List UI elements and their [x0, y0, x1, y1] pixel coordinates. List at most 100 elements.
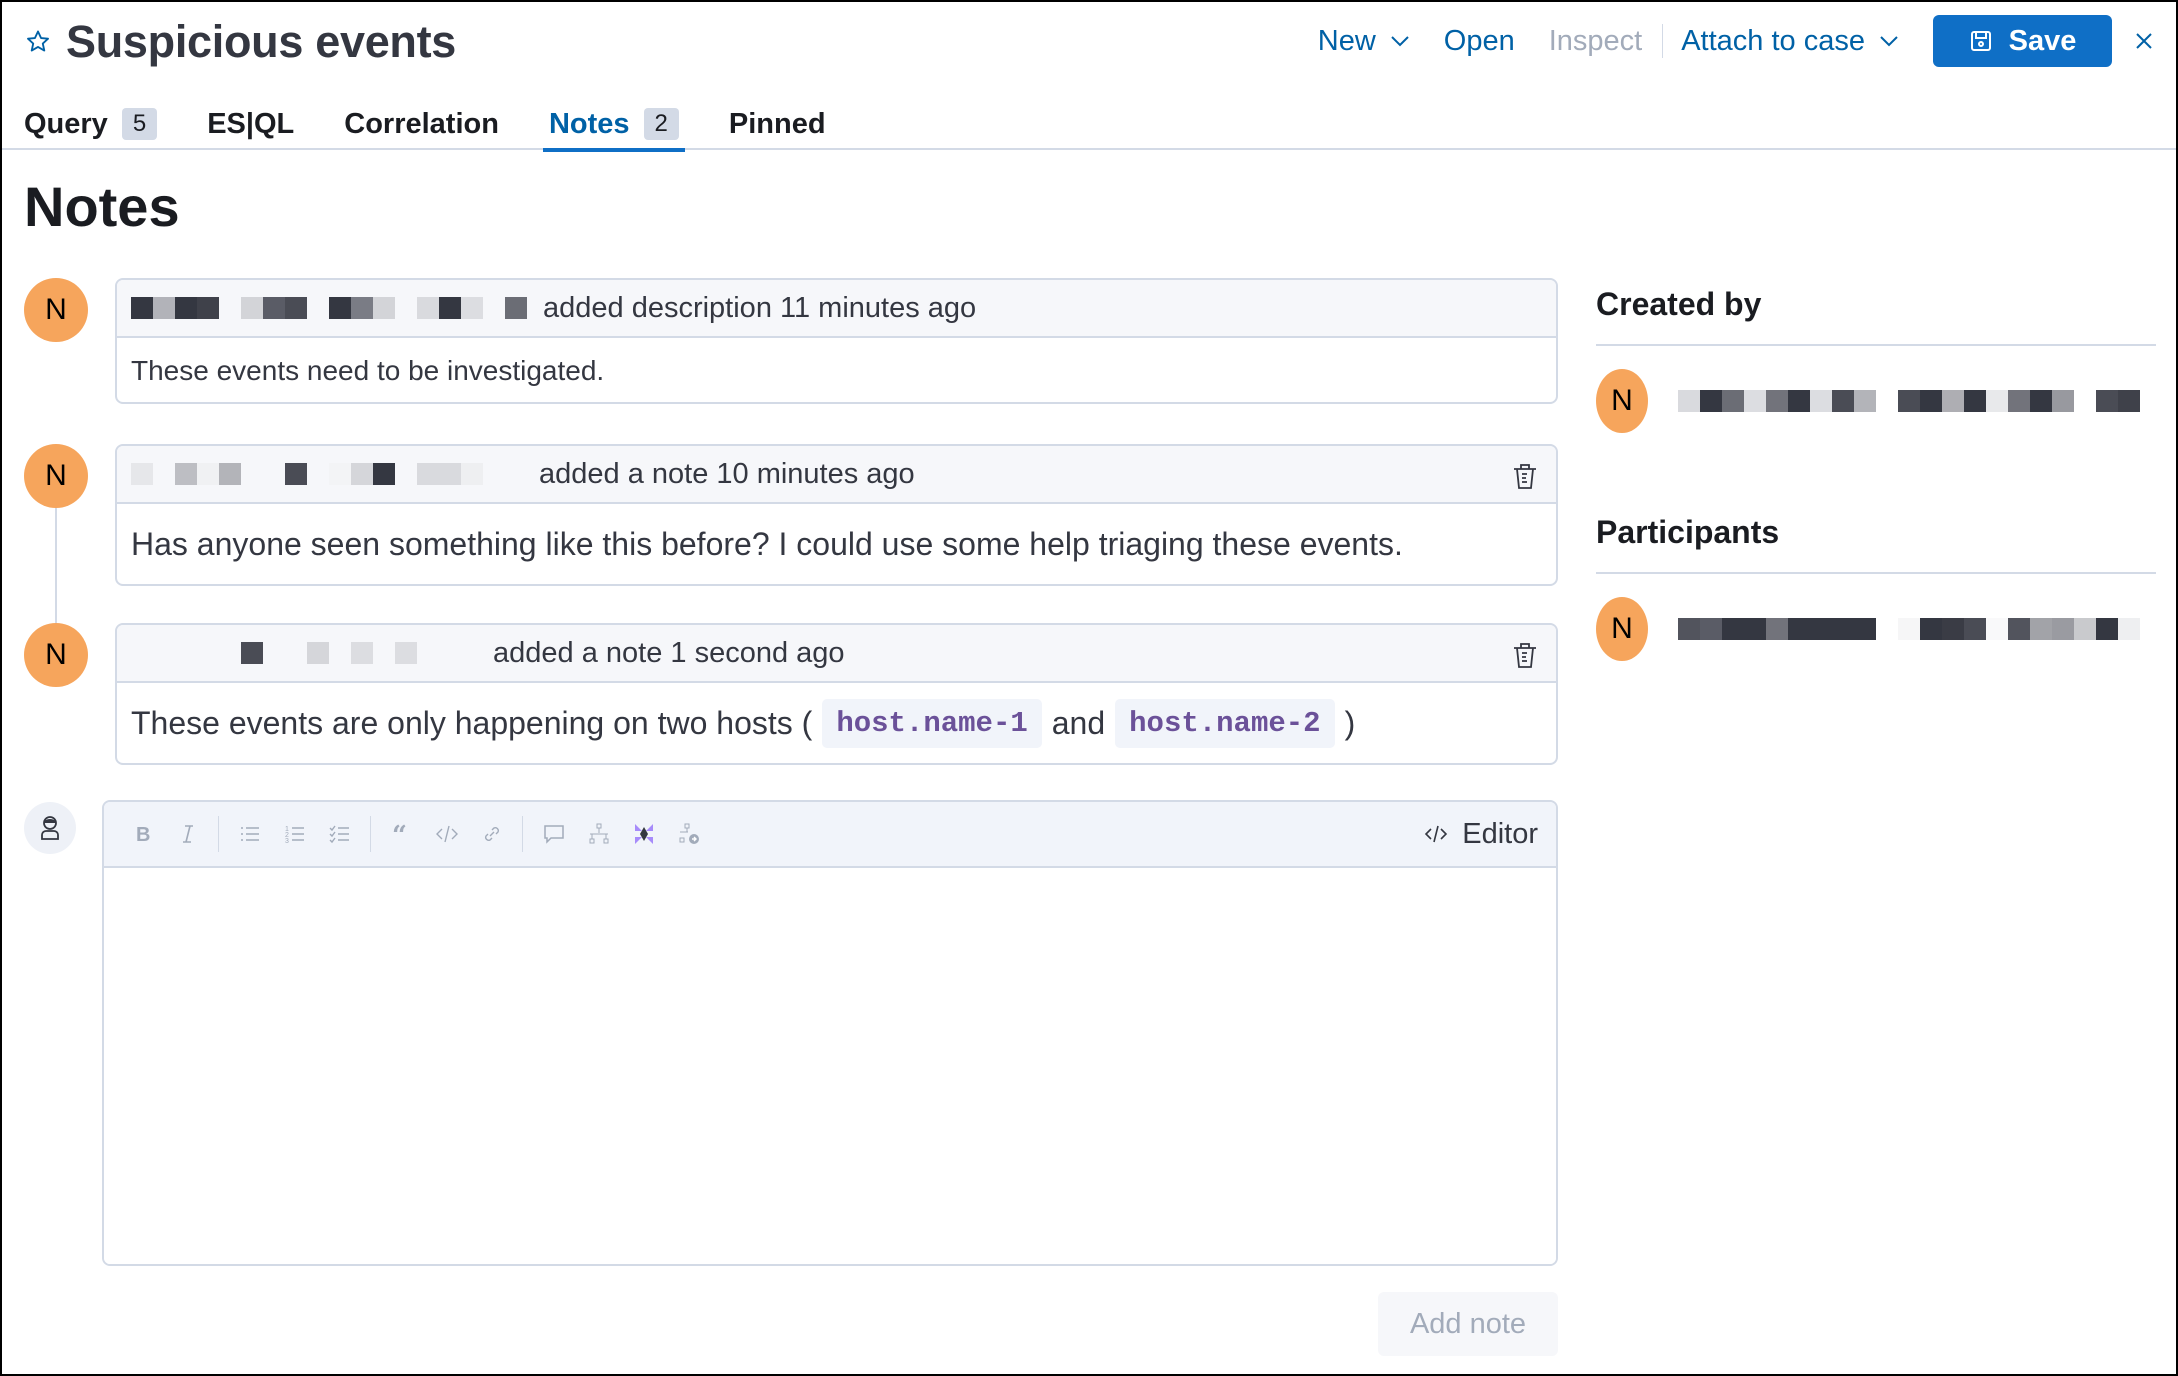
current-user-avatar [24, 802, 76, 854]
insight-icon [679, 823, 699, 844]
tab-correlation[interactable]: Correlation [338, 98, 505, 150]
timeline-icon [589, 823, 608, 844]
tab-label: Query [24, 107, 108, 140]
attach-to-case-button[interactable]: Attach to case [1681, 25, 1899, 58]
comment-button[interactable] [531, 812, 576, 857]
note-header: added a note 1 second ago [117, 625, 1556, 683]
redacted-username [131, 642, 483, 664]
markdown-editor: B 123 “ Editor [102, 800, 1558, 1266]
note-header: added a note 10 minutes ago [117, 446, 1556, 504]
ordered-list-button[interactable]: 123 [272, 812, 317, 857]
tab-count-badge: 2 [643, 108, 679, 140]
timeline-header: Suspicious events New Open Inspect Attac… [2, 2, 2176, 152]
user-icon [41, 816, 59, 840]
tab-notes[interactable]: Notes 2 [542, 98, 685, 152]
delete-note-icon[interactable] [1512, 641, 1538, 669]
redacted-username [131, 297, 527, 319]
save-label: Save [2008, 24, 2077, 57]
insight-button[interactable] [666, 812, 711, 857]
note-body: Has anyone seen something like this befo… [117, 504, 1556, 584]
note-card: added a note 10 minutes ago Has anyone s… [115, 444, 1558, 586]
inline-code: host.name-2 [1115, 698, 1335, 748]
unordered-list-button[interactable] [227, 812, 272, 857]
svg-text:“: “ [392, 822, 407, 846]
tab-label: Correlation [344, 107, 499, 140]
timeline-title[interactable]: Suspicious events [66, 16, 456, 68]
note-textarea[interactable] [104, 868, 1556, 1264]
svg-text:B: B [136, 824, 150, 846]
note-text: Has anyone seen something like this befo… [131, 525, 1403, 562]
avatar: N [1596, 369, 1648, 433]
save-button[interactable]: Save [1933, 15, 2112, 67]
delete-note-icon[interactable] [1512, 462, 1538, 490]
tab-count-badge: 5 [121, 108, 158, 140]
avatar: N [24, 278, 88, 342]
timeline-connector [55, 494, 57, 634]
attach-label: Attach to case [1681, 24, 1865, 57]
code-icon [1425, 825, 1448, 843]
chevron-down-icon [1880, 36, 1898, 47]
comment-icon [543, 825, 564, 844]
avatar: N [1596, 597, 1648, 661]
tab-label: Pinned [728, 107, 826, 140]
add-note-button[interactable]: Add note [1378, 1292, 1558, 1356]
note-header: added description 11 minutes ago [117, 280, 1556, 338]
redacted-username [131, 463, 483, 485]
divider [1596, 344, 2156, 346]
quote-icon: “ [392, 822, 407, 846]
participant: N [1596, 596, 2156, 662]
tab-pinned[interactable]: Pinned [723, 98, 832, 150]
created-by-heading: Created by [1596, 285, 1762, 322]
bold-button[interactable]: B [120, 812, 165, 857]
tab-label: ES|QL [207, 107, 295, 140]
avatar: N [24, 444, 88, 508]
note-text: These events need to be investigated. [131, 355, 605, 386]
editor-toolbar: B 123 “ Editor [104, 802, 1556, 868]
ai-assistant-icon [634, 824, 653, 844]
tab-esql[interactable]: ES|QL [201, 98, 300, 150]
unordered-list-icon [240, 827, 259, 841]
editor-mode-toggle[interactable]: Editor [1424, 802, 1538, 866]
link-icon [484, 827, 499, 841]
favorite-star-icon[interactable] [24, 28, 52, 56]
tab-label: Notes [548, 107, 630, 140]
task-list-button[interactable] [317, 812, 362, 857]
editor-mode-label: Editor [1462, 817, 1538, 850]
redacted-username [1678, 618, 2140, 640]
toolbar-divider [370, 816, 371, 852]
close-icon[interactable] [2134, 31, 2154, 51]
redacted-username [1678, 390, 2140, 412]
code-icon [435, 825, 458, 843]
chevron-down-icon [1391, 36, 1409, 47]
code-button[interactable] [424, 812, 469, 857]
timeline-tabs: Query 5 ES|QL Correlation Notes 2 Pinned [24, 98, 870, 152]
creator: N [1596, 368, 2156, 434]
inline-code: host.name-1 [822, 698, 1042, 748]
new-button[interactable]: New [1318, 25, 1410, 58]
divider [1662, 24, 1664, 58]
task-list-icon [329, 825, 349, 844]
ai-assistant-button[interactable] [621, 812, 666, 857]
note-text: and [1051, 704, 1106, 741]
note-card: added a note 1 second ago These events a… [115, 623, 1558, 765]
tab-query[interactable]: Query 5 [24, 98, 163, 150]
note-card: added description 11 minutes ago These e… [115, 278, 1558, 404]
notes-sidebar: Created by N Participants N [1596, 278, 2156, 662]
divider [1596, 572, 2156, 574]
italic-button[interactable] [165, 812, 210, 857]
quote-button[interactable]: “ [379, 812, 424, 857]
note-action-text: added a note 1 second ago [493, 636, 845, 669]
page-title: Notes [24, 175, 180, 238]
note-action-text: added description 11 minutes ago [543, 291, 977, 324]
avatar: N [24, 623, 88, 687]
inspect-button[interactable]: Inspect [1549, 25, 1643, 58]
note-text: ) [1344, 704, 1356, 741]
note-text: These events are only happening on two h… [131, 704, 813, 741]
open-button[interactable]: Open [1444, 25, 1515, 58]
link-button[interactable] [469, 812, 514, 857]
svg-text:3: 3 [285, 838, 289, 845]
bold-icon: B [136, 824, 150, 846]
insert-timeline-button[interactable] [576, 812, 621, 857]
new-label: New [1317, 24, 1376, 57]
note-body: These events need to be investigated. [117, 338, 1556, 402]
